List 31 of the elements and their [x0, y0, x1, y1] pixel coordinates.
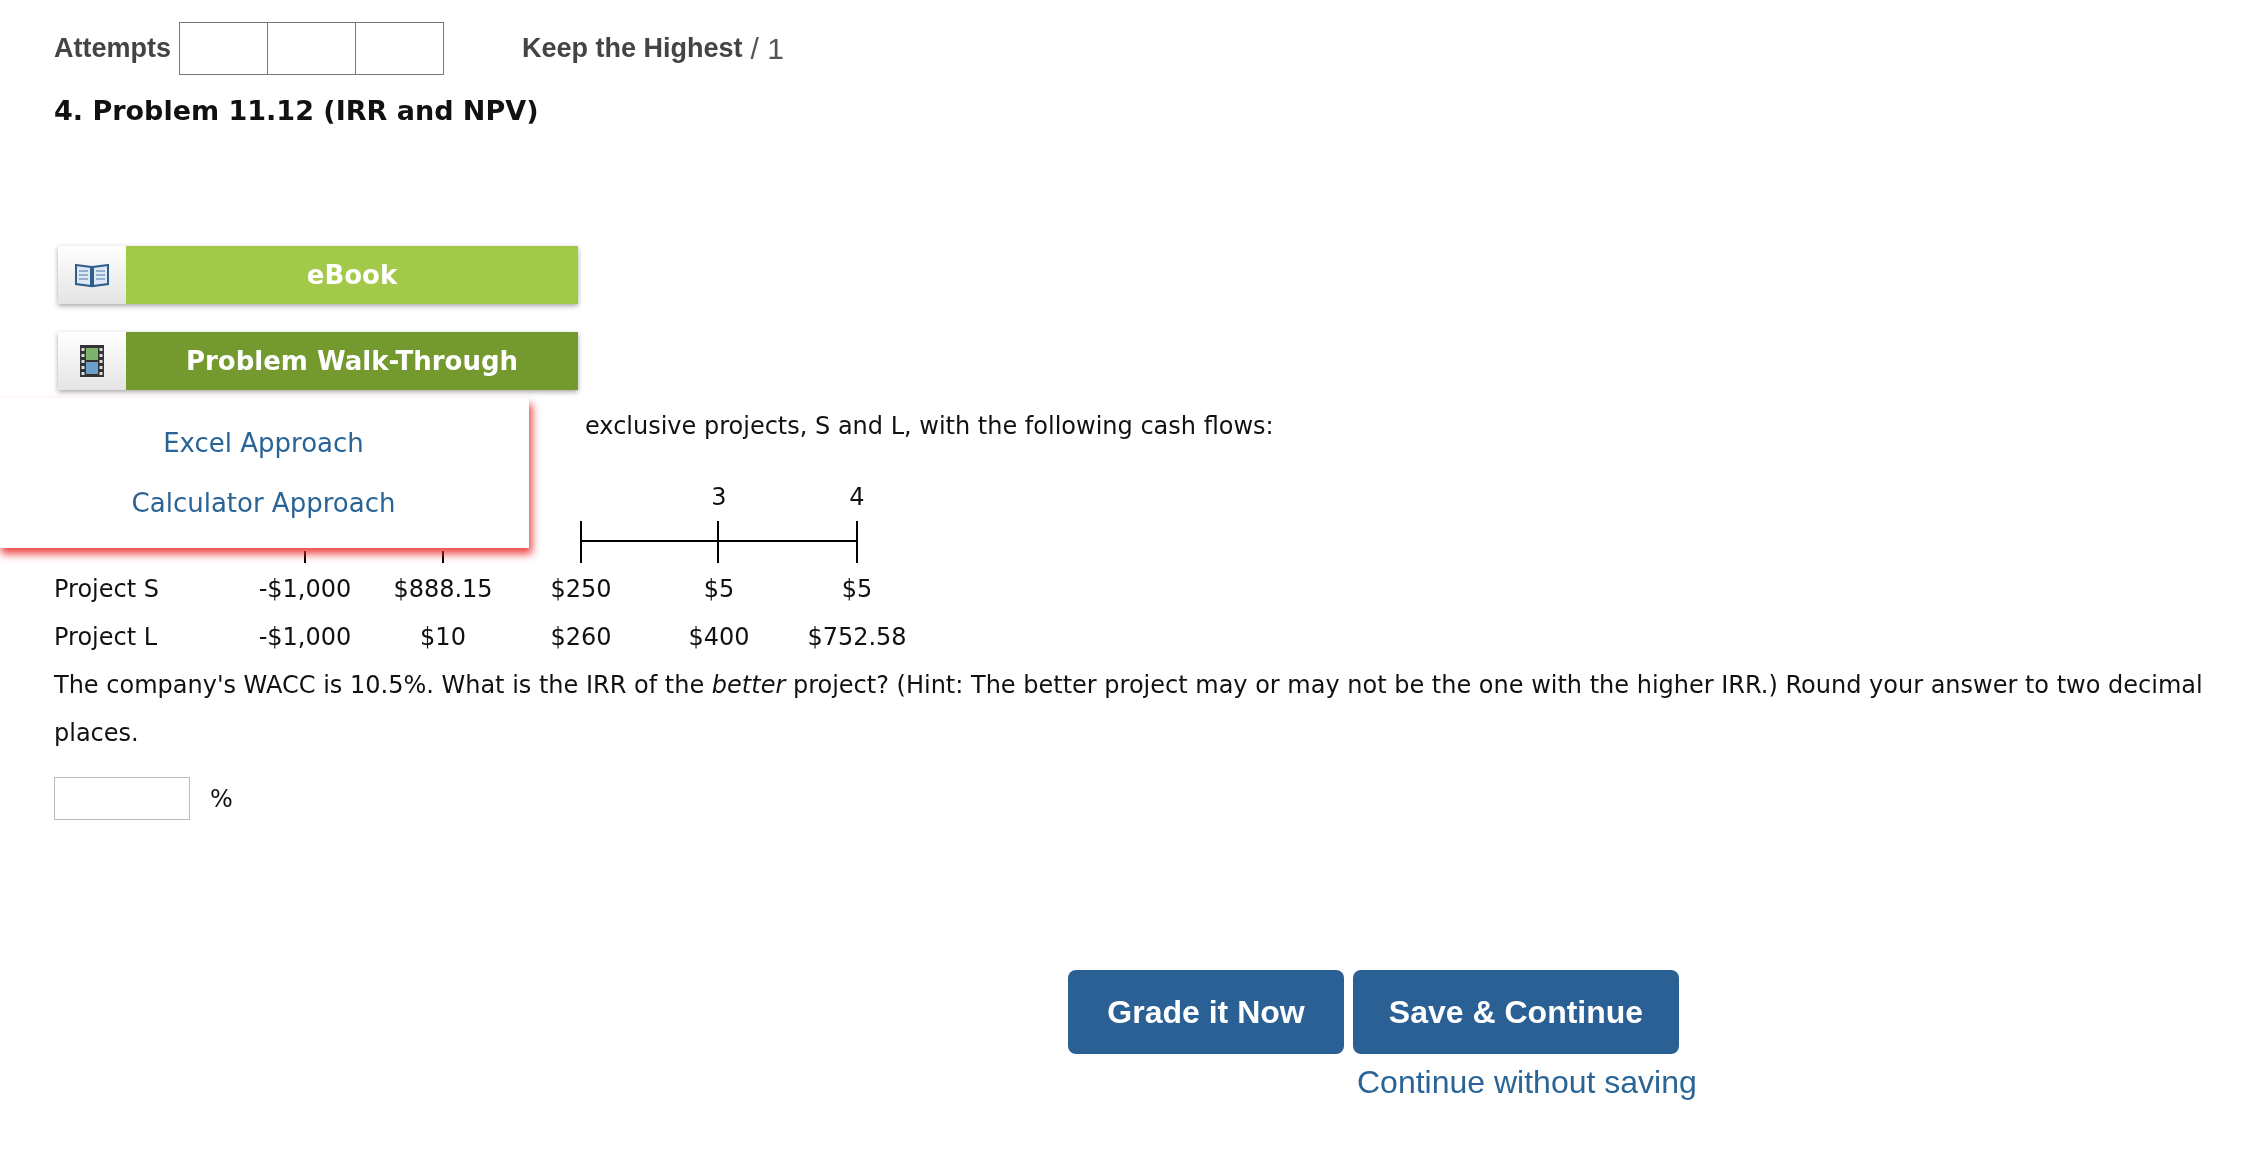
tick-mark [442, 551, 444, 563]
cash-flow: $260 [549, 622, 613, 653]
grade-button[interactable]: Grade it Now [1068, 970, 1344, 1054]
cash-flow: -$1,000 [257, 574, 353, 605]
book-icon [74, 262, 110, 288]
film-strip-icon [80, 345, 104, 377]
cash-flow: $888.15 [392, 574, 494, 605]
cash-flow: $752.58 [806, 622, 908, 653]
cash-flow: $400 [687, 622, 751, 653]
grading-rule: Keep the Highest [522, 33, 743, 64]
period-label: 3 [710, 482, 728, 513]
tick-mark [304, 551, 306, 563]
walkthrough-button[interactable]: Problem Walk-Through [58, 332, 578, 390]
answer-field[interactable] [54, 777, 190, 820]
problem-title: 4. Problem 11.12 (IRR and NPV) [54, 95, 540, 128]
menu-item[interactable]: Excel Approach [159, 424, 368, 462]
cash-flow: $250 [549, 574, 613, 605]
question-text: The company's WACC is 10.5%. What is the IRR of the better project? (Hint: The better project may or may not be the one with the higher IRR.) Round your answer to two decimal places. [54, 670, 2204, 749]
continue-link[interactable]: Continue without saving [1357, 1064, 1697, 1101]
attempts-label: Attempts [54, 33, 171, 64]
cash-flow: $10 [419, 622, 467, 653]
score-text: / 1 [750, 31, 784, 66]
cash-flow: -$1,000 [257, 622, 353, 653]
cash-flow: $5 [702, 574, 736, 605]
save-button[interactable]: Save & Continue [1353, 970, 1679, 1054]
project-name: Project L [54, 622, 159, 653]
menu-item[interactable]: Calculator Approach [127, 484, 400, 522]
cash-flow: $5 [840, 574, 874, 605]
project-name: Project S [54, 574, 160, 605]
period-label: 4 [848, 482, 866, 513]
unit-label: % [210, 784, 233, 813]
